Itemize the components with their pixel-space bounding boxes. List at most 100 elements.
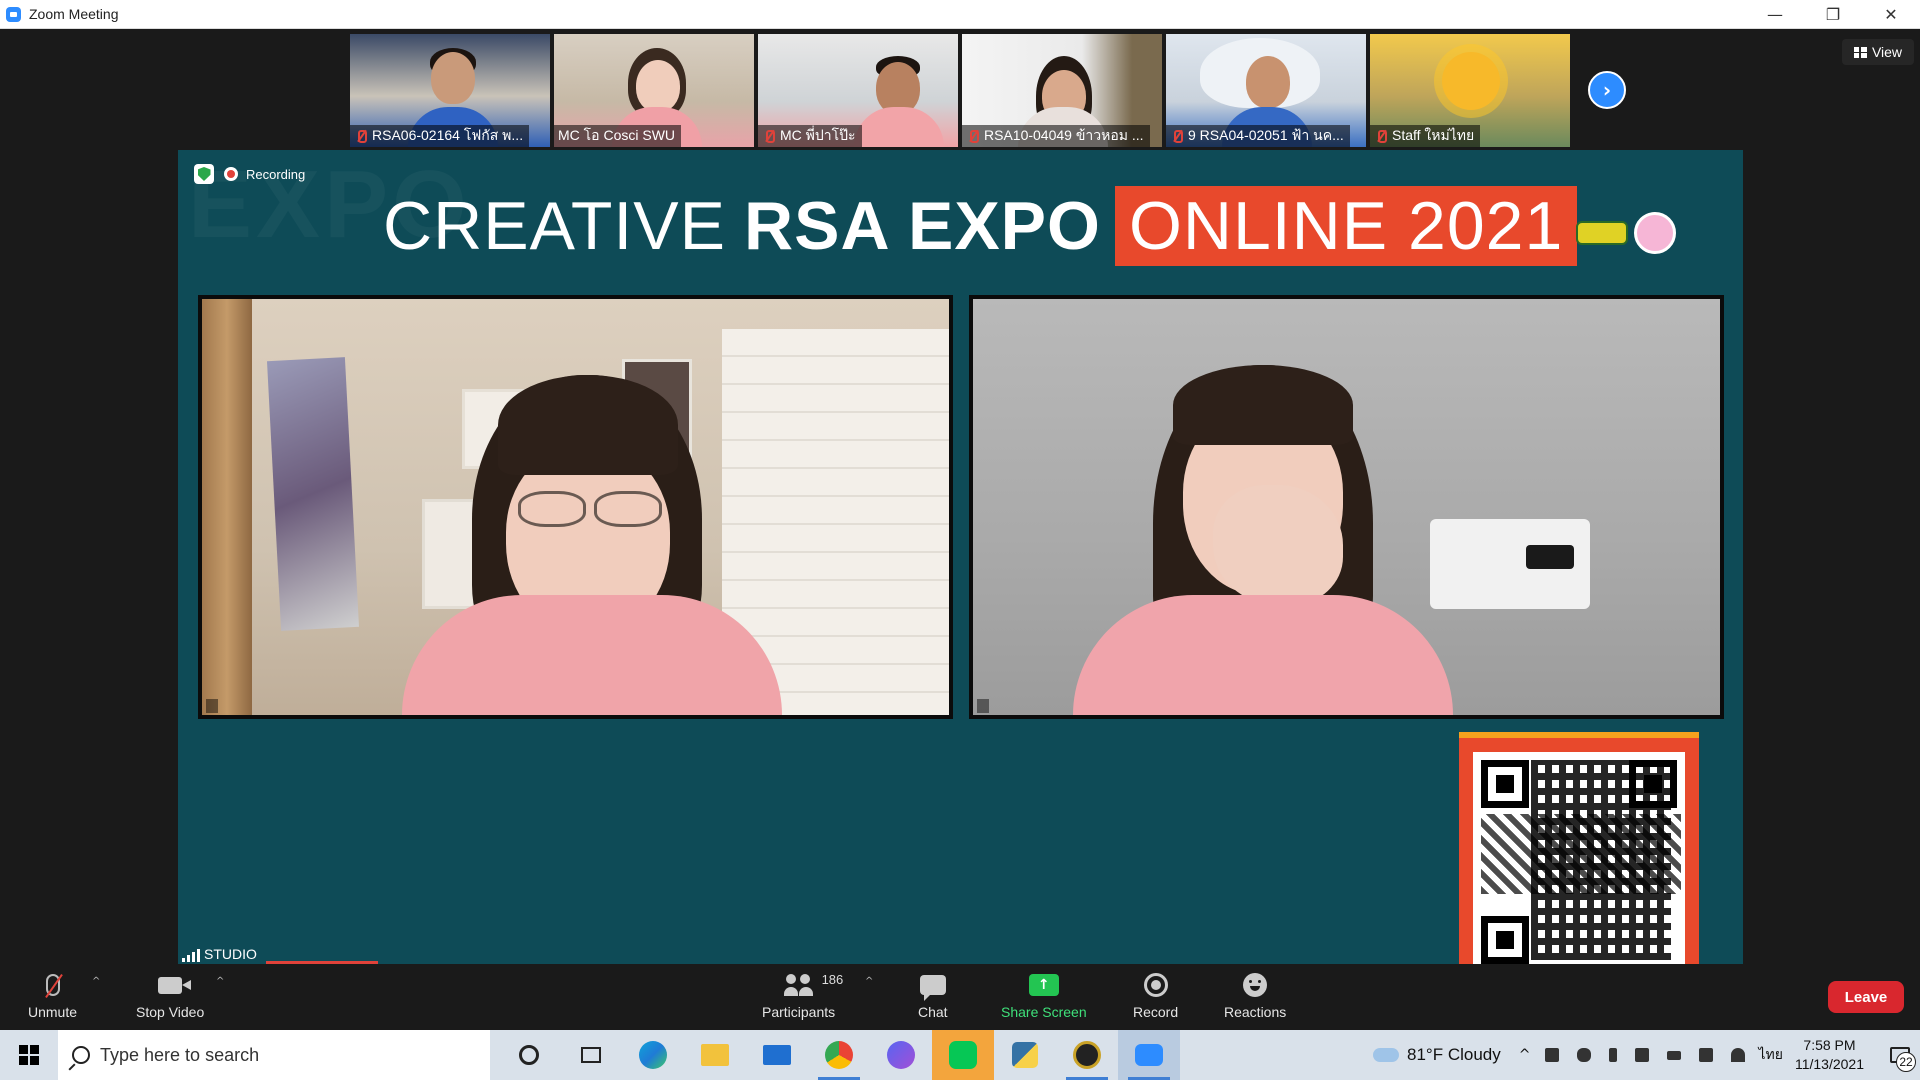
participant-name: Staff ใหม่ไทย [1392,127,1475,143]
mic-muted-icon [1374,129,1388,143]
glasses-right [594,491,662,527]
file-explorer-button[interactable] [684,1030,746,1080]
edge-icon [639,1041,667,1069]
start-button[interactable] [0,1030,58,1080]
participant-name: MC พี่ปาโป๊ะ [780,127,856,143]
task-view-icon [581,1047,601,1063]
minimize-button[interactable]: — [1746,0,1804,29]
wifi-icon[interactable] [1731,1048,1746,1062]
bed-headboard [1430,519,1590,609]
recording-indicator[interactable]: Recording [224,164,305,184]
reactions-icon-wrap [1243,970,1268,1000]
speaker-bangs [498,375,678,475]
encryption-badge[interactable] [194,164,214,184]
speaker-person [402,375,782,715]
mic-muted-icon [1170,129,1184,143]
participant-strip: RSA06-02164 โฟกัส พ... MC โอ Cosci SWU M… [350,34,1570,147]
participant-tile[interactable]: RSA10-04049 ข้าวหอม ... [962,34,1162,147]
obs-button[interactable] [1056,1030,1118,1080]
weather-text[interactable]: 81°F Cloudy [1407,1045,1501,1065]
wall-painting [266,357,360,631]
microphone-icon[interactable] [1609,1048,1618,1062]
unmute-button[interactable]: Unmute [28,970,77,1020]
participant-tile[interactable]: MC โอ Cosci SWU [554,34,754,147]
participant-label: MC โอ Cosci SWU [554,125,682,147]
cortana-button[interactable] [498,1030,560,1080]
mic-muted-icon [45,974,60,996]
discord-icon [887,1041,915,1069]
banner-rsa-expo: RSA EXPO [744,188,1101,264]
action-center-button[interactable]: 22 [1880,1030,1920,1080]
speaker-hand [1213,485,1343,605]
grid-icon [1853,46,1867,58]
event-banner: CREATIVE RSA EXPO ONLINE 2021 [383,186,1578,266]
messenger-button[interactable] [870,1030,932,1080]
smiley-icon [1243,973,1268,997]
task-view-button[interactable] [560,1030,622,1080]
python-button[interactable] [994,1030,1056,1080]
stop-video-button[interactable]: Stop Video [136,970,204,1020]
participant-name: MC โอ Cosci SWU [558,127,676,143]
security-icon[interactable] [1635,1048,1650,1062]
participant-face [1246,56,1290,108]
line-button[interactable] [932,1030,994,1080]
input-language[interactable]: ไทย [1758,1044,1782,1066]
speaker-person [1073,365,1453,715]
participant-tile[interactable]: MC พี่ปาโป๊ะ [758,34,958,147]
studio-label: STUDIO [182,946,257,962]
speaker-name-tag [977,699,989,713]
zoom-taskbar-button[interactable] [1118,1030,1180,1080]
mic-muted-icon [762,129,776,143]
obs-icon [1073,1041,1101,1069]
record-icon [1143,973,1168,997]
speaker-bangs [1173,365,1353,445]
clock-date: 11/13/2021 [1794,1056,1864,1072]
participants-label: Participants [762,1004,836,1020]
mic-muted-icon [354,129,368,143]
battery-icon[interactable] [1667,1050,1682,1060]
participant-face [431,52,475,104]
participant-tile[interactable]: 9 RSA04-02051 ฟ้า นค... [1166,34,1366,147]
restore-button[interactable]: ❐ [1804,0,1862,29]
volume-icon[interactable] [1699,1048,1714,1062]
chrome-button[interactable] [808,1030,870,1080]
speaker-video-right [969,295,1724,719]
clock[interactable]: 7:58 PM 11/13/2021 [1795,1036,1864,1074]
edge-button[interactable] [622,1030,684,1080]
participant-tile[interactable]: Staff ใหม่ไทย [1370,34,1570,147]
view-button[interactable]: View [1842,39,1914,65]
taskbar-search[interactable]: Type here to search [58,1030,490,1080]
leave-button[interactable]: Leave [1828,981,1904,1013]
unmute-icon-wrap [45,970,60,1000]
chevron-up-icon[interactable]: ^ [1519,1047,1531,1063]
chat-button[interactable]: Chat [918,970,948,1020]
record-button[interactable]: Record [1133,970,1178,1020]
close-button[interactable]: ✕ [1862,0,1920,29]
reactions-button[interactable]: Reactions [1224,970,1286,1020]
banner-creative: CREATIVE [383,188,727,264]
window-controls: — ❐ ✕ [1746,0,1920,29]
onedrive-icon[interactable] [1577,1048,1592,1062]
shield-icon [197,167,211,181]
participant-label: MC พี่ปาโป๊ะ [758,125,862,147]
banner-online-2021: ONLINE 2021 [1114,186,1578,266]
chat-bubble-icon [919,975,946,1001]
meet-now-icon[interactable] [1545,1048,1560,1062]
participant-name: RSA06-02164 โฟกัส พ... [372,127,524,143]
share-screen-icon: ↑ [1028,974,1059,996]
mail-button[interactable] [746,1030,808,1080]
participants-options-caret[interactable]: ^ [865,976,873,987]
audio-options-caret[interactable]: ^ [92,976,100,987]
video-options-caret[interactable]: ^ [216,976,224,987]
participants-button[interactable]: 186 Participants [762,970,843,1020]
participant-tile[interactable]: RSA06-02164 โฟกัส พ... [350,34,550,147]
chevron-right-icon: › [1602,78,1612,102]
participant-label: 9 RSA04-02051 ฟ้า นค... [1166,125,1350,147]
clock-time: 7:58 PM [1803,1037,1856,1053]
anniversary-logo [1634,212,1676,254]
video-icon-wrap [158,970,192,1000]
windows-logo-icon [19,1045,39,1065]
next-page-button[interactable]: › [1588,71,1626,109]
line-icon [949,1041,977,1069]
share-screen-button[interactable]: ↑ Share Screen [1001,970,1087,1020]
